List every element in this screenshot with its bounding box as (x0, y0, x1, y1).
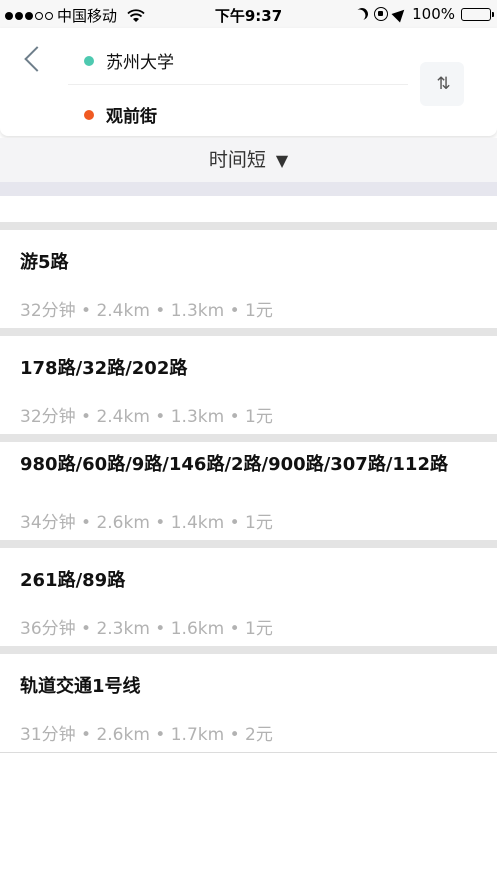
route-meta: 36分钟 • 2.3km • 1.6km • 1元 (20, 619, 273, 639)
route-header: 苏州大学 观前街 ⇅ (0, 28, 497, 136)
start-dot-icon (84, 55, 94, 66)
sort-label: 时间短 (208, 149, 266, 171)
route-item[interactable]: 261路/89路 36分钟 • 2.3km • 1.6km • 1元 (0, 540, 497, 646)
route-list: 游5路 32分钟 • 2.4km • 1.3km • 1元 178路/32路/2… (0, 222, 497, 753)
status-right: 100% (354, 5, 494, 23)
battery-percent: 100% (412, 5, 455, 23)
route-item[interactable]: 轨道交通1号线 31分钟 • 2.6km • 1.7km • 2元 (0, 646, 497, 753)
route-item[interactable]: 980路/60路/9路/146路/2路/900路/307路/112路 34分钟 … (0, 434, 497, 540)
status-bar: 中国移动 下午9:37 100% (0, 0, 497, 28)
moon-icon (354, 6, 370, 22)
end-location-label: 观前街 (106, 107, 157, 127)
rotation-lock-icon (374, 7, 389, 21)
start-location-label: 苏州大学 (106, 53, 174, 73)
route-item[interactable]: 游5路 32分钟 • 2.4km • 1.3km • 1元 (0, 222, 497, 328)
back-button[interactable] (20, 44, 48, 76)
route-meta: 32分钟 • 2.4km • 1.3km • 1元 (20, 407, 273, 427)
route-title: 178路/32路/202路 (20, 358, 188, 379)
caret-down-icon: ▼ (275, 151, 289, 170)
end-location[interactable]: 观前街 (84, 102, 157, 127)
location-divider (68, 84, 408, 85)
location-arrow-icon (391, 5, 409, 23)
route-title: 261路/89路 (20, 570, 126, 591)
route-item[interactable]: 178路/32路/202路 32分钟 • 2.4km • 1.3km • 1元 (0, 328, 497, 434)
battery-icon (461, 7, 494, 21)
end-dot-icon (84, 109, 94, 120)
swap-button[interactable]: ⇅ (420, 62, 464, 106)
route-title: 980路/60路/9路/146路/2路/900路/307路/112路 (20, 454, 448, 475)
swap-icon: ⇅ (436, 74, 450, 94)
section-divider (0, 182, 497, 196)
route-meta: 32分钟 • 2.4km • 1.3km • 1元 (20, 301, 273, 321)
start-location[interactable]: 苏州大学 (84, 48, 174, 73)
route-meta: 31分钟 • 2.6km • 1.7km • 2元 (20, 725, 273, 745)
sort-dropdown[interactable]: 时间短 ▼ (0, 138, 497, 182)
route-meta: 34分钟 • 2.6km • 1.4km • 1元 (20, 513, 273, 533)
route-title: 游5路 (20, 252, 69, 273)
spacer (0, 196, 497, 222)
route-title: 轨道交通1号线 (20, 676, 141, 697)
